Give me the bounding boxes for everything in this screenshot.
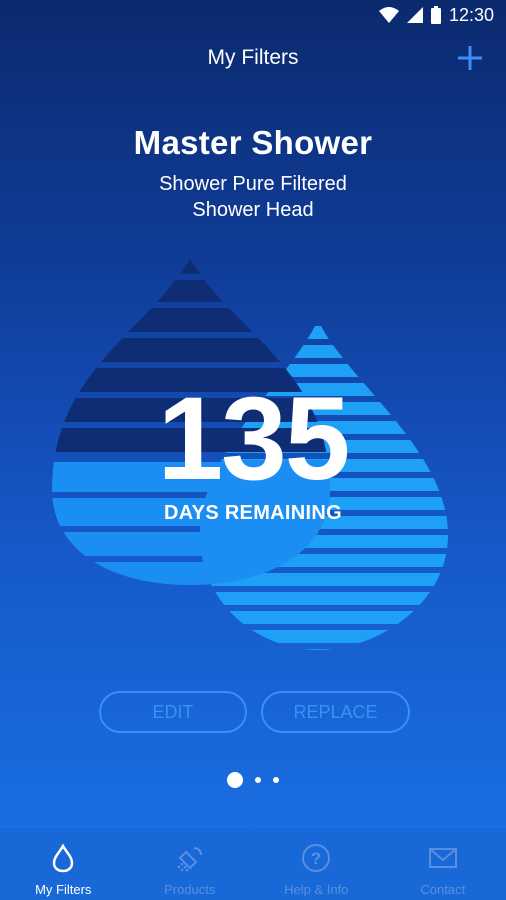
battery-icon (430, 6, 441, 24)
page-title: My Filters (207, 46, 299, 69)
filter-name: Master Shower (133, 124, 373, 161)
showerhead-icon (177, 847, 202, 872)
page-dot[interactable] (273, 777, 279, 783)
plus-icon (458, 46, 482, 70)
days-remaining-value: 135 (157, 373, 351, 505)
page-indicator (0, 771, 506, 789)
status-time: 12:30 (448, 4, 494, 25)
svg-text:?: ? (311, 849, 321, 868)
add-filter-button[interactable] (454, 42, 486, 74)
nav-item-contact[interactable]: Contact (380, 828, 506, 900)
cellular-signal-icon (406, 7, 423, 23)
question-icon: ? (302, 844, 331, 872)
bottom-navigation: My Filters Products ? Help & Info Contac… (0, 828, 506, 900)
page-dot-active[interactable] (227, 772, 243, 788)
wifi-icon (378, 7, 399, 23)
days-remaining-label: DAYS REMAINING (164, 502, 342, 524)
nav-item-help-info[interactable]: ? Help & Info (253, 828, 380, 900)
drop-icon (52, 843, 74, 873)
nav-label: Products (164, 882, 216, 897)
nav-item-my-filters[interactable]: My Filters (0, 828, 127, 900)
nav-label: Contact (420, 882, 466, 897)
status-bar: 12:30 (0, 0, 506, 30)
page-dot[interactable] (255, 777, 261, 783)
filter-product-line1: Shower Pure Filtered (159, 173, 347, 195)
app-bar: My Filters (0, 30, 506, 86)
nav-label: Help & Info (284, 882, 349, 897)
nav-item-products[interactable]: Products (127, 828, 254, 900)
filter-product-line2: Shower Head (192, 199, 314, 221)
nav-label: My Filters (35, 882, 92, 897)
replace-button[interactable]: REPLACE (261, 691, 410, 733)
edit-button[interactable]: EDIT (99, 691, 247, 733)
mail-icon (428, 848, 457, 868)
filter-product: Shower Pure Filtered Shower Head (113, 171, 393, 223)
